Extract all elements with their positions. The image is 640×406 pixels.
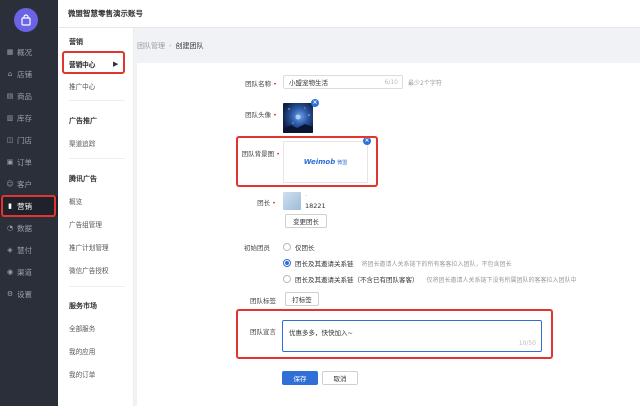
store-icon: ⌂ [7, 70, 13, 78]
nav-item-customer[interactable]: ☺ 客户 [0, 174, 58, 194]
account-title: 微盟智慧零售演示账号 [68, 9, 143, 18]
nav-item-inventory[interactable]: ▥ 库存 [0, 108, 58, 128]
leader-avatar [283, 192, 301, 210]
inventory-icon: ▥ [6, 114, 14, 122]
submenu-heading-tencent-ads: 腾讯广告 [69, 175, 97, 183]
submenu-item-wechat-auth[interactable]: 微信广告授权 [69, 265, 109, 275]
save-button[interactable]: 保存 [282, 371, 318, 385]
initial-members-label: 初始团员 [244, 244, 270, 252]
leader-id: 18221 [305, 202, 326, 210]
leader-label: 团长 • [257, 199, 276, 207]
add-tag-button[interactable]: 打标签 [285, 292, 319, 306]
starry-sky-image [283, 107, 313, 133]
top-bar: 微盟智慧零售演示账号 [58, 0, 640, 28]
submenu-heading-marketing: 营销 [69, 38, 83, 46]
radio-circle[interactable] [283, 243, 291, 251]
radio-leader-chain[interactable]: 团长及其邀请关系链 将团长邀请人关系链下的所有客客拉入团队，不包含团长 [283, 258, 512, 268]
submenu-item-all-services[interactable]: 全部服务 [69, 323, 95, 333]
bag-icon [21, 14, 31, 26]
cancel-button[interactable]: 取消 [322, 371, 358, 385]
required-mark: • [272, 199, 276, 207]
nav-item-store[interactable]: ⌂ 店铺 [0, 64, 58, 84]
required-mark: • [273, 111, 277, 119]
team-name-input[interactable]: 小盟宠物生活 6/10 [283, 75, 403, 89]
goods-icon: ▤ [6, 92, 14, 100]
nav-highlight-box [1, 195, 56, 217]
submenu-heading-ads: 广告推广 [69, 117, 97, 125]
team-tag-label: 团队标签 [250, 297, 276, 305]
remove-avatar-icon[interactable]: × [311, 99, 319, 107]
nav-item-pay[interactable]: ◈ 慧付 [0, 240, 58, 260]
nav-item-data[interactable]: ◔ 数据 [0, 218, 58, 238]
radio-leader-chain-exclude-note: 仅将团长邀请人关系链下没有所属团队的客客拉入团队中 [426, 276, 577, 284]
submenu-heading-service-market: 服务市场 [69, 302, 97, 310]
breadcrumb-parent[interactable]: 团队管理 [137, 42, 165, 50]
radio-leader-only[interactable]: 仅团长 [283, 242, 315, 252]
submenu-item-my-orders[interactable]: 我的订单 [69, 369, 95, 379]
submenu-item-my-apps[interactable]: 我的应用 [69, 346, 95, 356]
customer-icon: ☺ [6, 180, 14, 188]
change-leader-button[interactable]: 变更团长 [285, 214, 327, 228]
submenu-divider [69, 158, 125, 159]
submenu-divider [69, 286, 125, 287]
team-name-hint: 最少2个字符 [408, 80, 442, 87]
radio-circle[interactable] [283, 275, 291, 283]
nav-item-goods[interactable]: ▤ 商品 [0, 86, 58, 106]
main-nav: ▦ 概况 ⌂ 店铺 ▤ 商品 ▥ 库存 ◫ 门店 ▣ 订单 ☺ 客户 ▮ 营销 ◔ 数据 ◈ 慧付 … [0, 0, 58, 406]
nav-item-settings[interactable]: ⚙ 设置 [0, 284, 58, 304]
radio-leader-chain-exclude[interactable]: 团长及其邀请关系链（不含已有团队客客） 仅将团长邀请人关系链下没有所属团队的客客拉… [283, 274, 577, 284]
team-avatar-label: 团队头像 • [245, 111, 277, 119]
bg-highlight-box [236, 136, 378, 187]
submenu-item-promotion-center[interactable]: 推广中心 [69, 81, 95, 91]
secondary-menu: 营销 营销中心 推广中心 广告推广 渠道追踪 腾讯广告 概览 广告组管理 推广计… [58, 28, 134, 406]
breadcrumb-current: 创建团队 [175, 42, 204, 50]
radio-leader-chain-note: 将团长邀请人关系链下的所有客客拉入团队，不包含团长 [361, 260, 512, 268]
team-name-label: 团队名称 • [245, 80, 277, 88]
app-logo[interactable] [14, 8, 38, 32]
submenu-item-plan-manage[interactable]: 推广计划管理 [69, 242, 109, 252]
data-icon: ◔ [6, 224, 14, 232]
submenu-divider [69, 100, 125, 101]
nav-item-channel[interactable]: ◉ 渠道 [0, 262, 58, 282]
order-icon: ▣ [6, 158, 14, 166]
radio-circle-selected[interactable] [283, 259, 291, 267]
team-avatar-image[interactable] [283, 103, 313, 133]
submenu-item-channel-tracking[interactable]: 渠道追踪 [69, 138, 95, 148]
required-mark: • [273, 80, 277, 88]
team-name-count: 6/10 [384, 78, 398, 86]
declaration-highlight-box [236, 309, 553, 359]
submenu-highlight-box [62, 51, 125, 74]
channel-icon: ◉ [6, 268, 14, 276]
chart-grid-icon: ▦ [6, 48, 14, 56]
pay-icon: ◈ [7, 246, 13, 254]
nav-item-shop[interactable]: ◫ 门店 [0, 130, 58, 150]
breadcrumb-separator: - [169, 42, 172, 50]
submenu-item-ad-group[interactable]: 广告组管理 [69, 219, 102, 229]
breadcrumb: 团队管理 - 创建团队 [137, 41, 204, 51]
nav-item-overview[interactable]: ▦ 概况 [0, 42, 58, 62]
leader-name: · [305, 193, 307, 200]
submenu-item-overview[interactable]: 概览 [69, 196, 82, 206]
nav-item-order[interactable]: ▣ 订单 [0, 152, 58, 172]
shop-icon: ◫ [6, 136, 14, 144]
settings-icon: ⚙ [6, 290, 14, 298]
